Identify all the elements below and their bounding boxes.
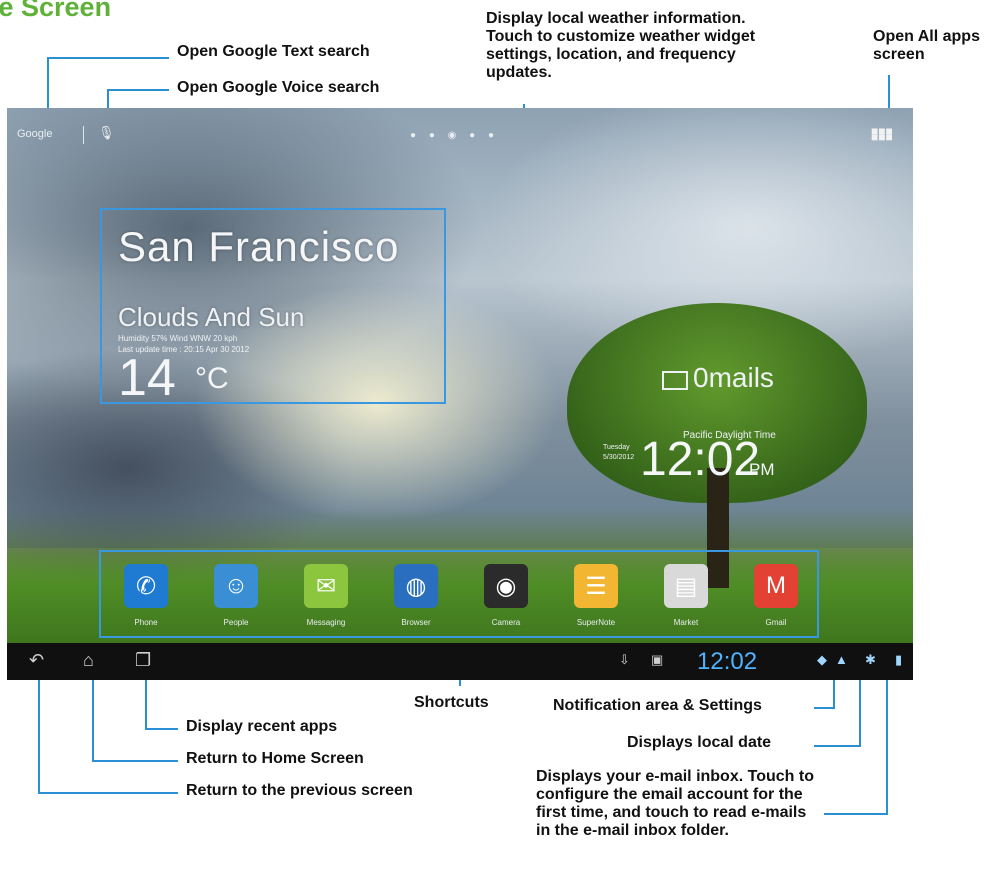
google-text-search-button[interactable]: Google: [17, 128, 52, 140]
leader-google-text-v: [47, 57, 49, 109]
clock-day: Tuesday: [603, 444, 630, 451]
system-navigation-bar: ↶ ⌂ ❐ ⇩ ▣ 12:02 ◆ ▲ ✱ ▮: [7, 643, 913, 680]
label-home-screen: Return to Home Screen: [186, 750, 364, 767]
shortcut-label: Camera: [491, 618, 521, 627]
label-notification-area: Notification area & Settings: [553, 697, 762, 714]
shortcut-label: Browser: [401, 618, 431, 627]
label-recent-apps: Display recent apps: [186, 718, 338, 735]
leader-google-voice-v: [107, 89, 109, 109]
browser-icon: ◍: [394, 564, 438, 608]
shortcut-label: SuperNote: [576, 618, 616, 627]
shortcut-people[interactable]: ☺ People: [193, 556, 279, 636]
email-widget-count[interactable]: 0mails: [693, 362, 774, 394]
shortcut-supernote[interactable]: ☰ SuperNote: [553, 556, 639, 636]
weather-unit: °C: [195, 362, 229, 395]
shortcut-label: Phone: [134, 618, 158, 627]
shortcut-camera[interactable]: ◉ Camera: [463, 556, 549, 636]
search-bar: Google 🎙 ● ● ◉ ● ● ■■■ ■■■: [7, 114, 913, 154]
leader-home-h: [92, 760, 178, 762]
label-google-text-search: Open Google Text search: [177, 43, 370, 60]
shortcut-messaging[interactable]: ✉ Messaging: [283, 556, 369, 636]
label-google-voice-search: Open Google Voice search: [177, 79, 380, 96]
messaging-icon: ✉: [304, 564, 348, 608]
clock-date: 5/30/2012: [603, 454, 635, 461]
market-icon: ▤: [664, 564, 708, 608]
label-weather: Display local weather information. Touch…: [486, 10, 756, 81]
image-icon[interactable]: ▣: [651, 652, 663, 668]
shortcut-label: Messaging: [306, 618, 346, 627]
leader-notification-h: [814, 707, 835, 709]
label-local-date: Displays local date: [627, 734, 772, 751]
supernote-icon: ☰: [574, 564, 618, 608]
leader-recent-v: [145, 672, 147, 730]
search-divider: [83, 126, 84, 144]
shortcut-label: Gmail: [765, 618, 787, 627]
shortcut-label: Market: [673, 618, 699, 627]
camera-icon: ◉: [484, 564, 528, 608]
clock-ampm: PM: [749, 460, 775, 479]
label-email-inbox: Displays your e-mail inbox. Touch to con…: [536, 768, 814, 839]
recent-apps-icon[interactable]: ❐: [135, 650, 151, 671]
signal-icon[interactable]: ▲: [835, 652, 848, 667]
weather-condition: Clouds And Sun: [118, 302, 305, 332]
gmail-icon: M: [754, 564, 798, 608]
all-apps-icon[interactable]: ■■■ ■■■: [871, 125, 893, 143]
clock-time: 12:02: [640, 433, 761, 486]
people-icon: ☺: [214, 564, 258, 608]
shortcut-gmail[interactable]: M Gmail: [733, 556, 819, 636]
leader-google-voice-h: [107, 89, 169, 91]
status-bar-time[interactable]: 12:02: [697, 648, 757, 676]
microphone-icon[interactable]: 🎙: [98, 125, 115, 141]
back-icon[interactable]: ↶: [29, 650, 44, 671]
leader-home-v: [92, 672, 94, 762]
shortcut-market[interactable]: ▤ Market: [643, 556, 729, 636]
leader-google-text-h: [47, 57, 169, 59]
weather-city: San Francisco: [118, 223, 400, 270]
label-shortcuts: Shortcuts: [414, 694, 489, 711]
weather-humidity: Humidity 57% Wind WNW 20 kph: [118, 334, 238, 343]
envelope-icon[interactable]: [662, 371, 688, 390]
shortcut-phone[interactable]: ✆ Phone: [103, 556, 189, 636]
label-previous-screen: Return to the previous screen: [186, 782, 413, 799]
battery-icon[interactable]: ▮: [895, 652, 902, 668]
wifi-icon[interactable]: ◆: [817, 652, 827, 668]
label-all-apps: Open All apps screen: [873, 28, 980, 63]
bluetooth-icon[interactable]: ✱: [865, 652, 876, 668]
shortcut-label: People: [223, 618, 249, 627]
leader-back-v: [38, 672, 40, 794]
home-icon[interactable]: ⌂: [83, 650, 94, 671]
page-title: ne Screen: [0, 0, 112, 22]
leader-date-bottom-h: [814, 745, 861, 747]
leader-recent-h: [145, 728, 178, 730]
phone-icon: ✆: [124, 564, 168, 608]
leader-back-h: [38, 792, 178, 794]
page-indicator: ● ● ◉ ● ●: [410, 130, 499, 141]
shortcut-browser[interactable]: ◍ Browser: [373, 556, 459, 636]
weather-temperature: 14: [118, 349, 176, 407]
download-icon[interactable]: ⇩: [619, 652, 630, 668]
home-screen: Google 🎙 ● ● ◉ ● ● ■■■ ■■■ San Francisco …: [7, 108, 913, 680]
leader-email-bottom-h: [824, 813, 888, 815]
